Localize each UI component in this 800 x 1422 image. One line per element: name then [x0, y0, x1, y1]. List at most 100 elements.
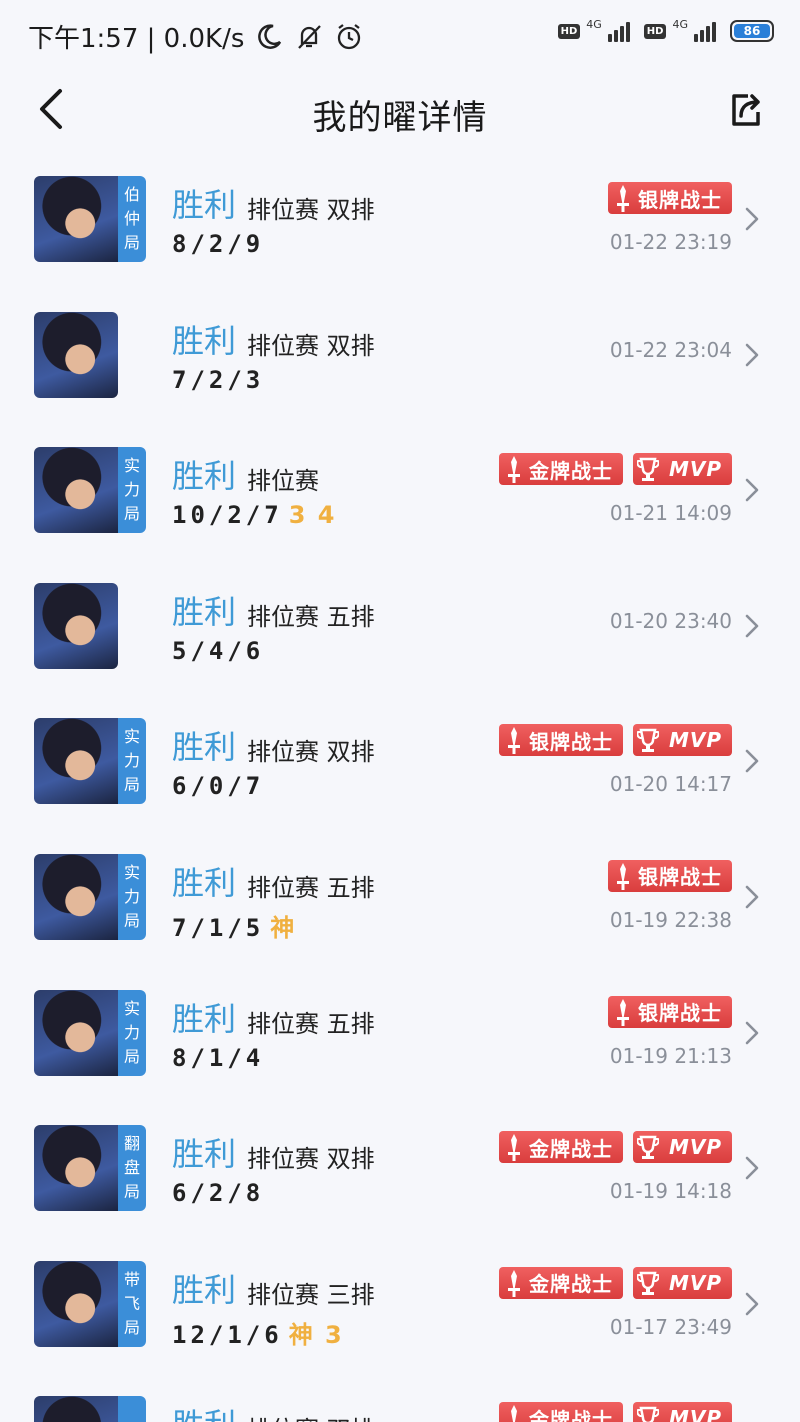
match-tag-char: 实: [123, 862, 140, 882]
match-result: 胜利: [172, 321, 237, 360]
match-tag-char: 力: [123, 886, 140, 906]
sword-icon: [612, 861, 634, 891]
badge-label: 银牌战士: [528, 729, 613, 754]
match-tag-char: 仲: [123, 209, 140, 228]
badge-group: 银牌战士: [608, 995, 732, 1028]
hero-avatar: 实力局: [34, 718, 146, 805]
badge-label: 银牌战士: [638, 1001, 722, 1026]
match-time: 01-22 23:04: [609, 337, 732, 362]
signal-icon: [607, 20, 630, 42]
medal-badge: 银牌战士: [608, 859, 732, 892]
badge-label: MVP: [668, 1135, 722, 1160]
match-row[interactable]: 伯仲局胜利 排位赛 双排 8/2/9 银牌战士 01-22 23:19: [0, 160, 800, 296]
hero-avatar: 实: [34, 1396, 146, 1422]
kda-value: 5/4/6: [172, 636, 265, 665]
chevron-right-icon: [744, 748, 760, 774]
match-kda: 8/2/9: [172, 230, 264, 258]
match-tag: 实: [118, 1396, 146, 1422]
badge-group: 银牌战士: [608, 859, 732, 892]
match-tag-char: 力: [123, 751, 140, 771]
chevron-right-icon: [744, 1155, 760, 1181]
match-tag: 实力局: [118, 853, 146, 940]
medal-badge: 银牌战士: [608, 182, 732, 214]
hero-portrait-image: [34, 311, 118, 398]
badge-label: 金牌战士: [528, 1136, 613, 1161]
sword-icon: [503, 1403, 525, 1422]
match-time: 01-20 23:40: [609, 608, 732, 633]
match-mode: 排位赛 五排: [247, 873, 375, 902]
kda-value: 7/2/3: [172, 365, 265, 394]
match-time: 01-19 14:18: [609, 1179, 732, 1204]
match-row[interactable]: 实力局胜利 排位赛 10/2/7 3 4 金牌战士 MVP 01-21 14:09: [0, 431, 800, 567]
badge-label: MVP: [668, 728, 722, 753]
battery-level: 86: [734, 24, 770, 38]
alarm-icon: [334, 22, 364, 52]
match-tag-char: 伯: [123, 185, 140, 204]
badge-label: MVP: [668, 457, 722, 482]
hero-portrait-image: [34, 176, 118, 262]
match-result: 胜利: [172, 863, 237, 902]
badge-label: MVP: [668, 1406, 722, 1422]
medal-badge: 金牌战士: [498, 453, 623, 486]
match-result: 胜利: [172, 1270, 237, 1309]
match-tag-char: 力: [123, 1022, 140, 1042]
badge-group: 金牌战士 MVP: [498, 453, 732, 486]
match-row[interactable]: 胜利 排位赛 五排 5/4/6 01-20 23:40: [0, 567, 800, 703]
badge-group: 银牌战士: [608, 182, 732, 214]
hd-badge: HD: [557, 23, 581, 39]
match-kda: 10/2/7 3 4: [172, 501, 336, 529]
medal-badge: 金牌战士: [498, 1402, 623, 1422]
medal-badge: 银牌战士: [608, 995, 732, 1028]
medal-badge: 金牌战士: [498, 1131, 623, 1164]
match-row[interactable]: 实力局胜利 排位赛 双排 6/0/7 银牌战士 MVP 01-20 14:17: [0, 702, 800, 838]
match-result: 胜利: [172, 592, 237, 631]
trophy-icon: [636, 1132, 660, 1162]
match-row[interactable]: 胜利 排位赛 双排 7/2/3 01-22 23:04: [0, 296, 800, 432]
match-row[interactable]: 实力局胜利 排位赛 五排 8/1/4 银牌战士 01-19 21:13: [0, 974, 800, 1110]
status-left: 下午1:57 | 0.0K/s: [28, 18, 364, 55]
match-result: 胜利: [172, 457, 237, 496]
kda-value: 10/2/7: [172, 501, 283, 530]
trophy-icon: [636, 1268, 660, 1298]
sword-icon: [503, 725, 525, 755]
hero-avatar: [34, 311, 118, 398]
status-time-speed: 下午1:57 | 0.0K/s: [28, 24, 245, 54]
app-header: 我的曜详情: [0, 72, 800, 152]
hero-portrait-image: [34, 582, 118, 669]
hero-portrait-image: [34, 447, 118, 534]
match-result: 胜利: [172, 1135, 237, 1174]
kda-value: 6/2/8: [172, 1179, 265, 1208]
match-tag: 实力局: [118, 447, 146, 534]
match-time: 01-21 14:09: [609, 501, 732, 526]
chevron-right-icon: [744, 1020, 760, 1046]
match-time: 01-19 21:13: [609, 1043, 732, 1068]
chevron-right-icon: [744, 613, 760, 639]
trophy-icon: [636, 454, 660, 484]
trophy-icon: [636, 1403, 660, 1422]
share-button[interactable]: [726, 90, 766, 130]
match-tag-char: 带: [123, 1269, 140, 1289]
match-row[interactable]: 带飞局胜利 排位赛 三排 12/1/6 神 3 金牌战士 MVP 01-17 23:49: [0, 1245, 800, 1381]
match-kda: 8/1/4: [172, 1044, 264, 1072]
page-title: 我的曜详情: [312, 98, 488, 138]
match-result: 胜利: [172, 728, 237, 767]
match-tag: 实力局: [118, 989, 146, 1076]
hero-avatar: 实力局: [34, 989, 146, 1076]
match-list: 伯仲局胜利 排位赛 双排 8/2/9 银牌战士 01-22 23:19 胜利 排位赛 双排 7…: [0, 160, 800, 1422]
hero-portrait-image: [34, 989, 118, 1076]
match-row[interactable]: 实力局胜利 排位赛 五排 7/1/5 神银牌战士 01-19 22:38: [0, 838, 800, 974]
match-tag: 翻盘局: [118, 1125, 146, 1212]
match-tag-char: 盘: [123, 1158, 140, 1178]
match-row[interactable]: 实 胜利排位赛 双排 金牌战士 MVP: [0, 1380, 800, 1422]
hero-avatar: 伯仲局: [34, 176, 146, 262]
match-tag-char: 飞: [123, 1293, 140, 1313]
match-row[interactable]: 翻盘局胜利 排位赛 双排 6/2/8 金牌战士 MVP 01-19 14:18: [0, 1109, 800, 1245]
match-result: 胜利: [172, 1400, 236, 1422]
kda-value: 8/2/9: [172, 230, 265, 258]
mvp-badge: MVP: [632, 724, 732, 757]
match-kda: 12/1/6 神 3: [172, 1315, 344, 1350]
match-result: 胜利: [172, 999, 237, 1038]
badge-group: 金牌战士 MVP: [498, 1131, 732, 1164]
mvp-badge: MVP: [632, 1131, 732, 1164]
kda-value: 12/1/6: [172, 1320, 283, 1349]
